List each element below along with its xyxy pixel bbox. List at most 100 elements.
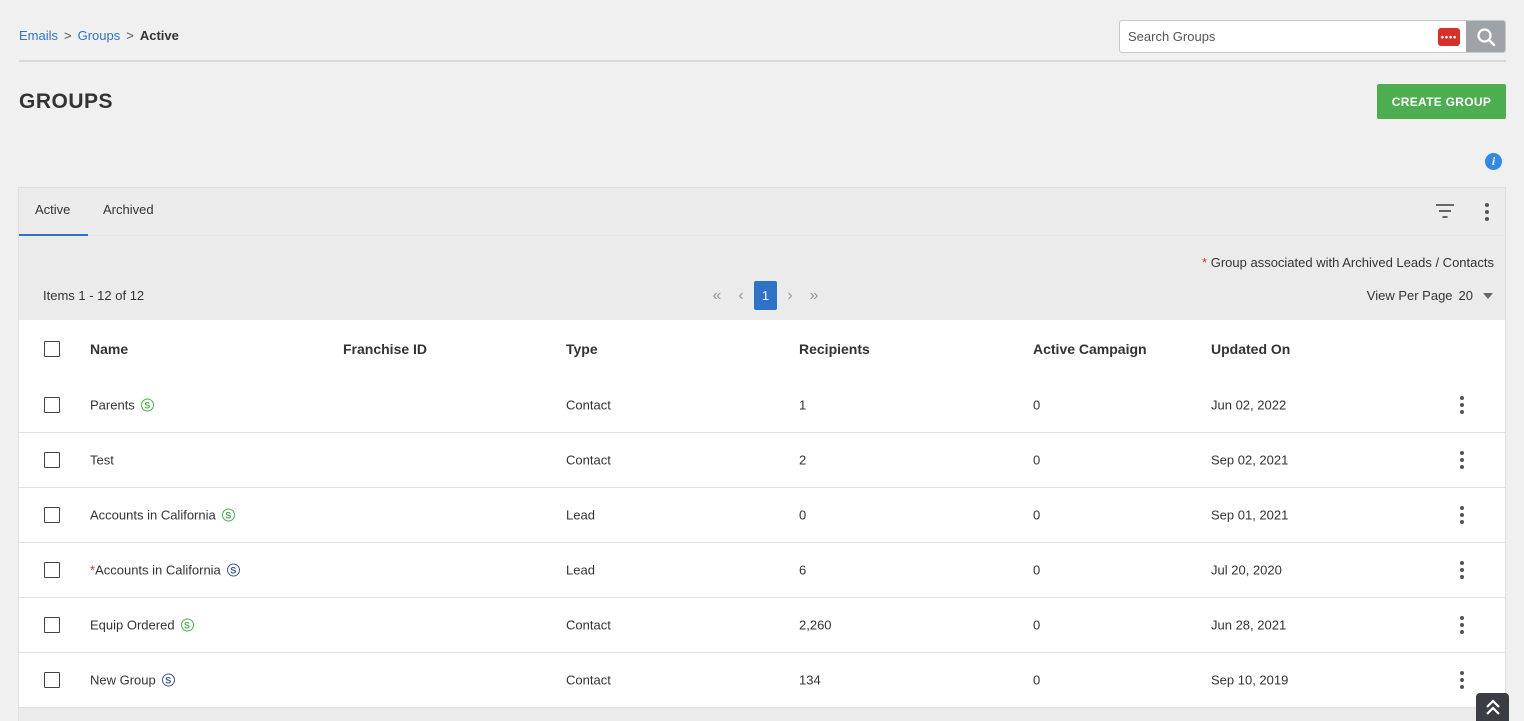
create-group-button[interactable]: CREATE GROUP [1377, 84, 1506, 119]
row-checkbox[interactable] [44, 617, 60, 633]
filter-icon[interactable] [1435, 203, 1455, 219]
table-row[interactable]: Equip Ordered S Contact 2,260 0 Jun 28, 2… [19, 598, 1505, 653]
group-name-cell[interactable]: Equip Ordered S [90, 618, 194, 633]
breadcrumb-separator: > [64, 28, 72, 43]
items-count: Items 1 - 12 of 12 [43, 288, 145, 303]
column-header-type[interactable]: Type [566, 341, 598, 357]
view-per-page-label: View Per Page [1366, 288, 1453, 303]
search-icon [1476, 27, 1495, 46]
next-page-button[interactable]: › [778, 285, 802, 307]
active-campaign-cell: 0 [1033, 617, 1041, 633]
first-page-button[interactable]: « [705, 285, 729, 307]
more-vertical-icon[interactable] [1459, 395, 1465, 415]
more-vertical-icon[interactable] [1459, 670, 1465, 690]
password-manager-icon[interactable]: •••• [1438, 28, 1460, 46]
breadcrumb-emails-link[interactable]: Emails [19, 28, 58, 43]
active-campaign-cell: 0 [1033, 507, 1041, 523]
breadcrumb-groups-link[interactable]: Groups [78, 28, 121, 43]
updated-on-cell: Sep 01, 2021 [1211, 507, 1289, 523]
note-text: Group associated with Archived Leads / C… [1207, 255, 1494, 270]
search-input[interactable] [1120, 21, 1438, 52]
more-vertical-icon[interactable] [1459, 615, 1465, 635]
view-per-page-select[interactable]: 20 [1459, 288, 1473, 303]
table-row[interactable]: Test Contact 2 0 Sep 02, 2021 [19, 433, 1505, 488]
table-row[interactable]: * Accounts in California S Lead 6 0 Jul 20… [19, 543, 1505, 598]
group-name-cell[interactable]: Accounts in California S [90, 508, 235, 523]
top-bar: Emails > Groups > Active •••• [19, 0, 1506, 62]
table-row[interactable]: Parents S Contact 1 0 Jun 02, 2022 [19, 378, 1505, 433]
row-checkbox[interactable] [44, 452, 60, 468]
group-name-cell[interactable]: * Accounts in California S [90, 563, 240, 578]
group-name[interactable]: Parents [90, 398, 135, 413]
search-box: •••• [1119, 20, 1506, 53]
chevron-down-icon[interactable] [1483, 292, 1493, 299]
table-body: Parents S Contact 1 0 Jun 02, 2022 Test C… [19, 378, 1505, 708]
recipients-cell: 2,260 [799, 617, 832, 633]
type-cell: Contact [566, 617, 611, 633]
column-header-name[interactable]: Name [90, 341, 128, 357]
more-vertical-icon[interactable] [1459, 560, 1465, 580]
recipients-cell: 134 [799, 672, 821, 688]
updated-on-cell: Jun 28, 2021 [1211, 617, 1287, 633]
type-cell: Contact [566, 672, 611, 688]
tab-active[interactable]: Active [19, 188, 88, 236]
table-header-row: Name Franchise ID Type Recipients Active… [19, 320, 1505, 378]
blue-s-badge-icon: S [161, 673, 175, 687]
type-cell: Lead [566, 562, 595, 578]
group-name-cell[interactable]: Test [90, 453, 114, 468]
type-cell: Lead [566, 507, 595, 523]
group-name-cell[interactable]: Parents S [90, 398, 154, 413]
groups-table: Name Franchise ID Type Recipients Active… [19, 320, 1505, 708]
breadcrumb-current: Active [139, 28, 179, 43]
green-s-badge-icon: S [180, 618, 194, 632]
page-title: GROUPS [19, 90, 114, 113]
column-header-franchise-id[interactable]: Franchise ID [343, 341, 427, 357]
table-row[interactable]: Accounts in California S Lead 0 0 Sep 01,… [19, 488, 1505, 543]
type-cell: Contact [566, 452, 611, 468]
active-campaign-cell: 0 [1033, 672, 1041, 688]
last-page-button[interactable]: » [802, 285, 826, 307]
more-vertical-icon[interactable] [1459, 450, 1465, 470]
group-name[interactable]: New Group [90, 673, 156, 688]
green-s-badge-icon: S [140, 398, 154, 412]
breadcrumb-separator: > [126, 28, 134, 43]
recipients-cell: 2 [799, 452, 807, 468]
updated-on-cell: Jul 20, 2020 [1211, 562, 1282, 578]
row-checkbox[interactable] [44, 562, 60, 578]
updated-on-cell: Jun 02, 2022 [1211, 397, 1287, 413]
recipients-cell: 1 [799, 397, 807, 413]
group-name[interactable]: Accounts in California [95, 563, 221, 578]
info-icon[interactable]: i [1485, 153, 1502, 170]
updated-on-cell: Sep 10, 2019 [1211, 672, 1289, 688]
column-header-updated-on[interactable]: Updated On [1211, 341, 1290, 357]
active-campaign-cell: 0 [1033, 452, 1041, 468]
double-chevron-up-icon [1485, 699, 1500, 715]
green-s-badge-icon: S [221, 508, 235, 522]
search-button[interactable] [1466, 21, 1505, 52]
row-checkbox[interactable] [44, 397, 60, 413]
prev-page-button[interactable]: ‹ [729, 285, 753, 307]
scroll-to-top-button[interactable] [1476, 693, 1509, 721]
more-vertical-icon[interactable] [1481, 202, 1493, 222]
type-cell: Contact [566, 397, 611, 413]
more-vertical-icon[interactable] [1459, 505, 1465, 525]
select-all-checkbox[interactable] [44, 341, 60, 357]
tab-bar: Active Archived [19, 188, 1505, 236]
row-checkbox[interactable] [44, 672, 60, 688]
group-name[interactable]: Test [90, 453, 114, 468]
group-name[interactable]: Accounts in California [90, 508, 216, 523]
breadcrumb: Emails > Groups > Active [19, 28, 179, 43]
column-header-recipients[interactable]: Recipients [799, 341, 870, 357]
view-per-page: View Per Page 20 [1367, 288, 1493, 303]
row-checkbox[interactable] [44, 507, 60, 523]
group-name[interactable]: Equip Ordered [90, 618, 175, 633]
page-number-button[interactable]: 1 [754, 281, 777, 310]
group-name-cell[interactable]: New Group S [90, 673, 175, 688]
groups-panel: Active Archived * Group associated with … [18, 187, 1506, 721]
updated-on-cell: Sep 02, 2021 [1211, 452, 1289, 468]
table-row[interactable]: New Group S Contact 134 0 Sep 10, 2019 [19, 653, 1505, 708]
tab-archived[interactable]: Archived [87, 188, 170, 236]
recipients-cell: 0 [799, 507, 807, 523]
active-campaign-cell: 0 [1033, 562, 1041, 578]
column-header-active-campaign[interactable]: Active Campaign [1033, 341, 1147, 357]
